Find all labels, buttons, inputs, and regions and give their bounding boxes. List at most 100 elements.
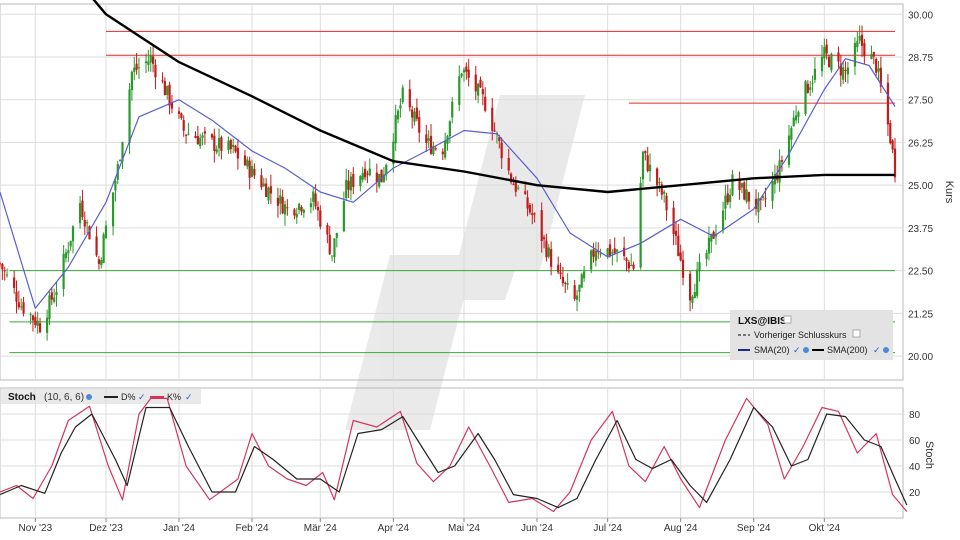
candle-down <box>665 195 668 211</box>
candle-down <box>764 198 767 200</box>
candle-up <box>615 249 619 252</box>
candle-up <box>137 67 141 69</box>
legend-symbol-box[interactable] <box>783 315 792 324</box>
candle-down <box>891 140 894 150</box>
candle-down <box>825 44 828 54</box>
candle-down <box>526 197 529 209</box>
candle-down <box>806 83 809 93</box>
price-axis: 20.00 21.25 22.50 23.75 25.00 26.25 27.50 28.75… <box>908 10 933 363</box>
candle-down <box>1 263 4 270</box>
candle-down <box>293 209 296 216</box>
candle-up <box>458 76 461 105</box>
legend-sma20-check[interactable]: ✓ <box>793 345 801 355</box>
candle-up <box>794 115 798 121</box>
candle-up <box>820 56 824 72</box>
candle-up <box>100 260 103 266</box>
candle-down <box>863 43 866 57</box>
candle-up <box>130 71 133 91</box>
candle-down <box>366 173 369 175</box>
candle-up <box>133 67 136 72</box>
candle-down <box>163 81 166 96</box>
candle-down <box>674 230 678 236</box>
stoch-params: (10, 6, 6) <box>44 392 84 403</box>
legend-sma200: SMA(200) <box>827 345 868 355</box>
price-legend: LXS@IBIS Vorheriger Schlusskurs SMA(20) … <box>730 310 893 360</box>
candle-down <box>872 52 875 57</box>
x-tick-label: Mär '24 <box>304 523 337 534</box>
candle-up <box>36 320 39 326</box>
legend-prev-close-box[interactable] <box>852 329 861 338</box>
candle-down <box>328 234 331 255</box>
candle-up <box>267 187 270 201</box>
candle-down <box>465 66 468 72</box>
candle-up <box>345 179 348 199</box>
candle-down <box>34 317 37 326</box>
candle-down <box>481 89 484 95</box>
candle-down <box>679 252 682 261</box>
candle-up <box>119 160 122 162</box>
candle-down <box>253 169 256 176</box>
candle-down <box>95 236 98 256</box>
candle-down <box>194 135 197 138</box>
candle-up <box>67 250 70 254</box>
candle-up <box>309 203 312 208</box>
candle-down <box>314 193 317 207</box>
candle-up <box>147 61 150 65</box>
candle-up <box>201 135 204 138</box>
candle-down <box>363 168 367 178</box>
candle-down <box>210 134 214 138</box>
candle-down <box>613 248 616 254</box>
candle-up <box>648 164 652 172</box>
x-tick-label: Dez '23 <box>89 523 123 534</box>
candle-down <box>229 140 232 150</box>
candle-down <box>203 131 207 134</box>
candle-down <box>474 74 477 92</box>
candle-down <box>545 240 548 258</box>
stoch-d-check[interactable]: ✓ <box>138 392 146 402</box>
candle-down <box>491 107 494 131</box>
candle-up <box>279 195 282 204</box>
stoch-tick-label: 60 <box>909 436 921 447</box>
candle-down <box>542 237 546 240</box>
candle-down <box>656 168 659 186</box>
candle-up <box>853 43 857 67</box>
candle-up <box>858 35 861 41</box>
candle-up <box>580 274 583 288</box>
legend-sma20: SMA(20) <box>754 345 790 355</box>
x-tick-label: Aug '24 <box>664 523 698 534</box>
candle-down <box>300 206 303 212</box>
candle-up <box>53 297 56 302</box>
candle-up <box>721 210 725 231</box>
candle-down <box>168 84 171 106</box>
candle-up <box>444 140 447 158</box>
legend-sma200-gear-icon[interactable] <box>883 347 889 353</box>
x-tick-label: Apr '24 <box>378 523 410 534</box>
candle-down <box>592 249 595 257</box>
price-tick-label: 27.50 <box>908 96 933 107</box>
candle-up <box>149 55 152 63</box>
candle-down <box>151 56 155 64</box>
candle-up <box>246 159 249 167</box>
candle-up <box>797 112 800 117</box>
candle-down <box>408 89 411 108</box>
legend-sma200-check[interactable]: ✓ <box>873 345 881 355</box>
candle-up <box>144 61 148 64</box>
candle-up <box>69 240 72 247</box>
stoch-tick-label: 40 <box>909 462 921 473</box>
candle-down <box>415 107 418 119</box>
legend-sma20-gear-icon[interactable] <box>803 347 809 353</box>
candle-down <box>644 150 647 154</box>
candle-up <box>804 81 807 114</box>
price-tick-label: 21.25 <box>908 309 933 320</box>
stoch-k-check[interactable]: ✓ <box>185 392 193 402</box>
candle-down <box>31 315 35 321</box>
candle-down <box>243 155 247 166</box>
candle-down <box>81 200 84 217</box>
candle-down <box>319 210 322 227</box>
candle-down <box>380 169 383 183</box>
candle-up <box>448 121 451 136</box>
candle-down <box>265 183 268 197</box>
candle-down <box>213 135 216 152</box>
x-tick-label: Okt '24 <box>809 523 841 534</box>
stoch-settings-gear-icon[interactable] <box>86 394 92 400</box>
